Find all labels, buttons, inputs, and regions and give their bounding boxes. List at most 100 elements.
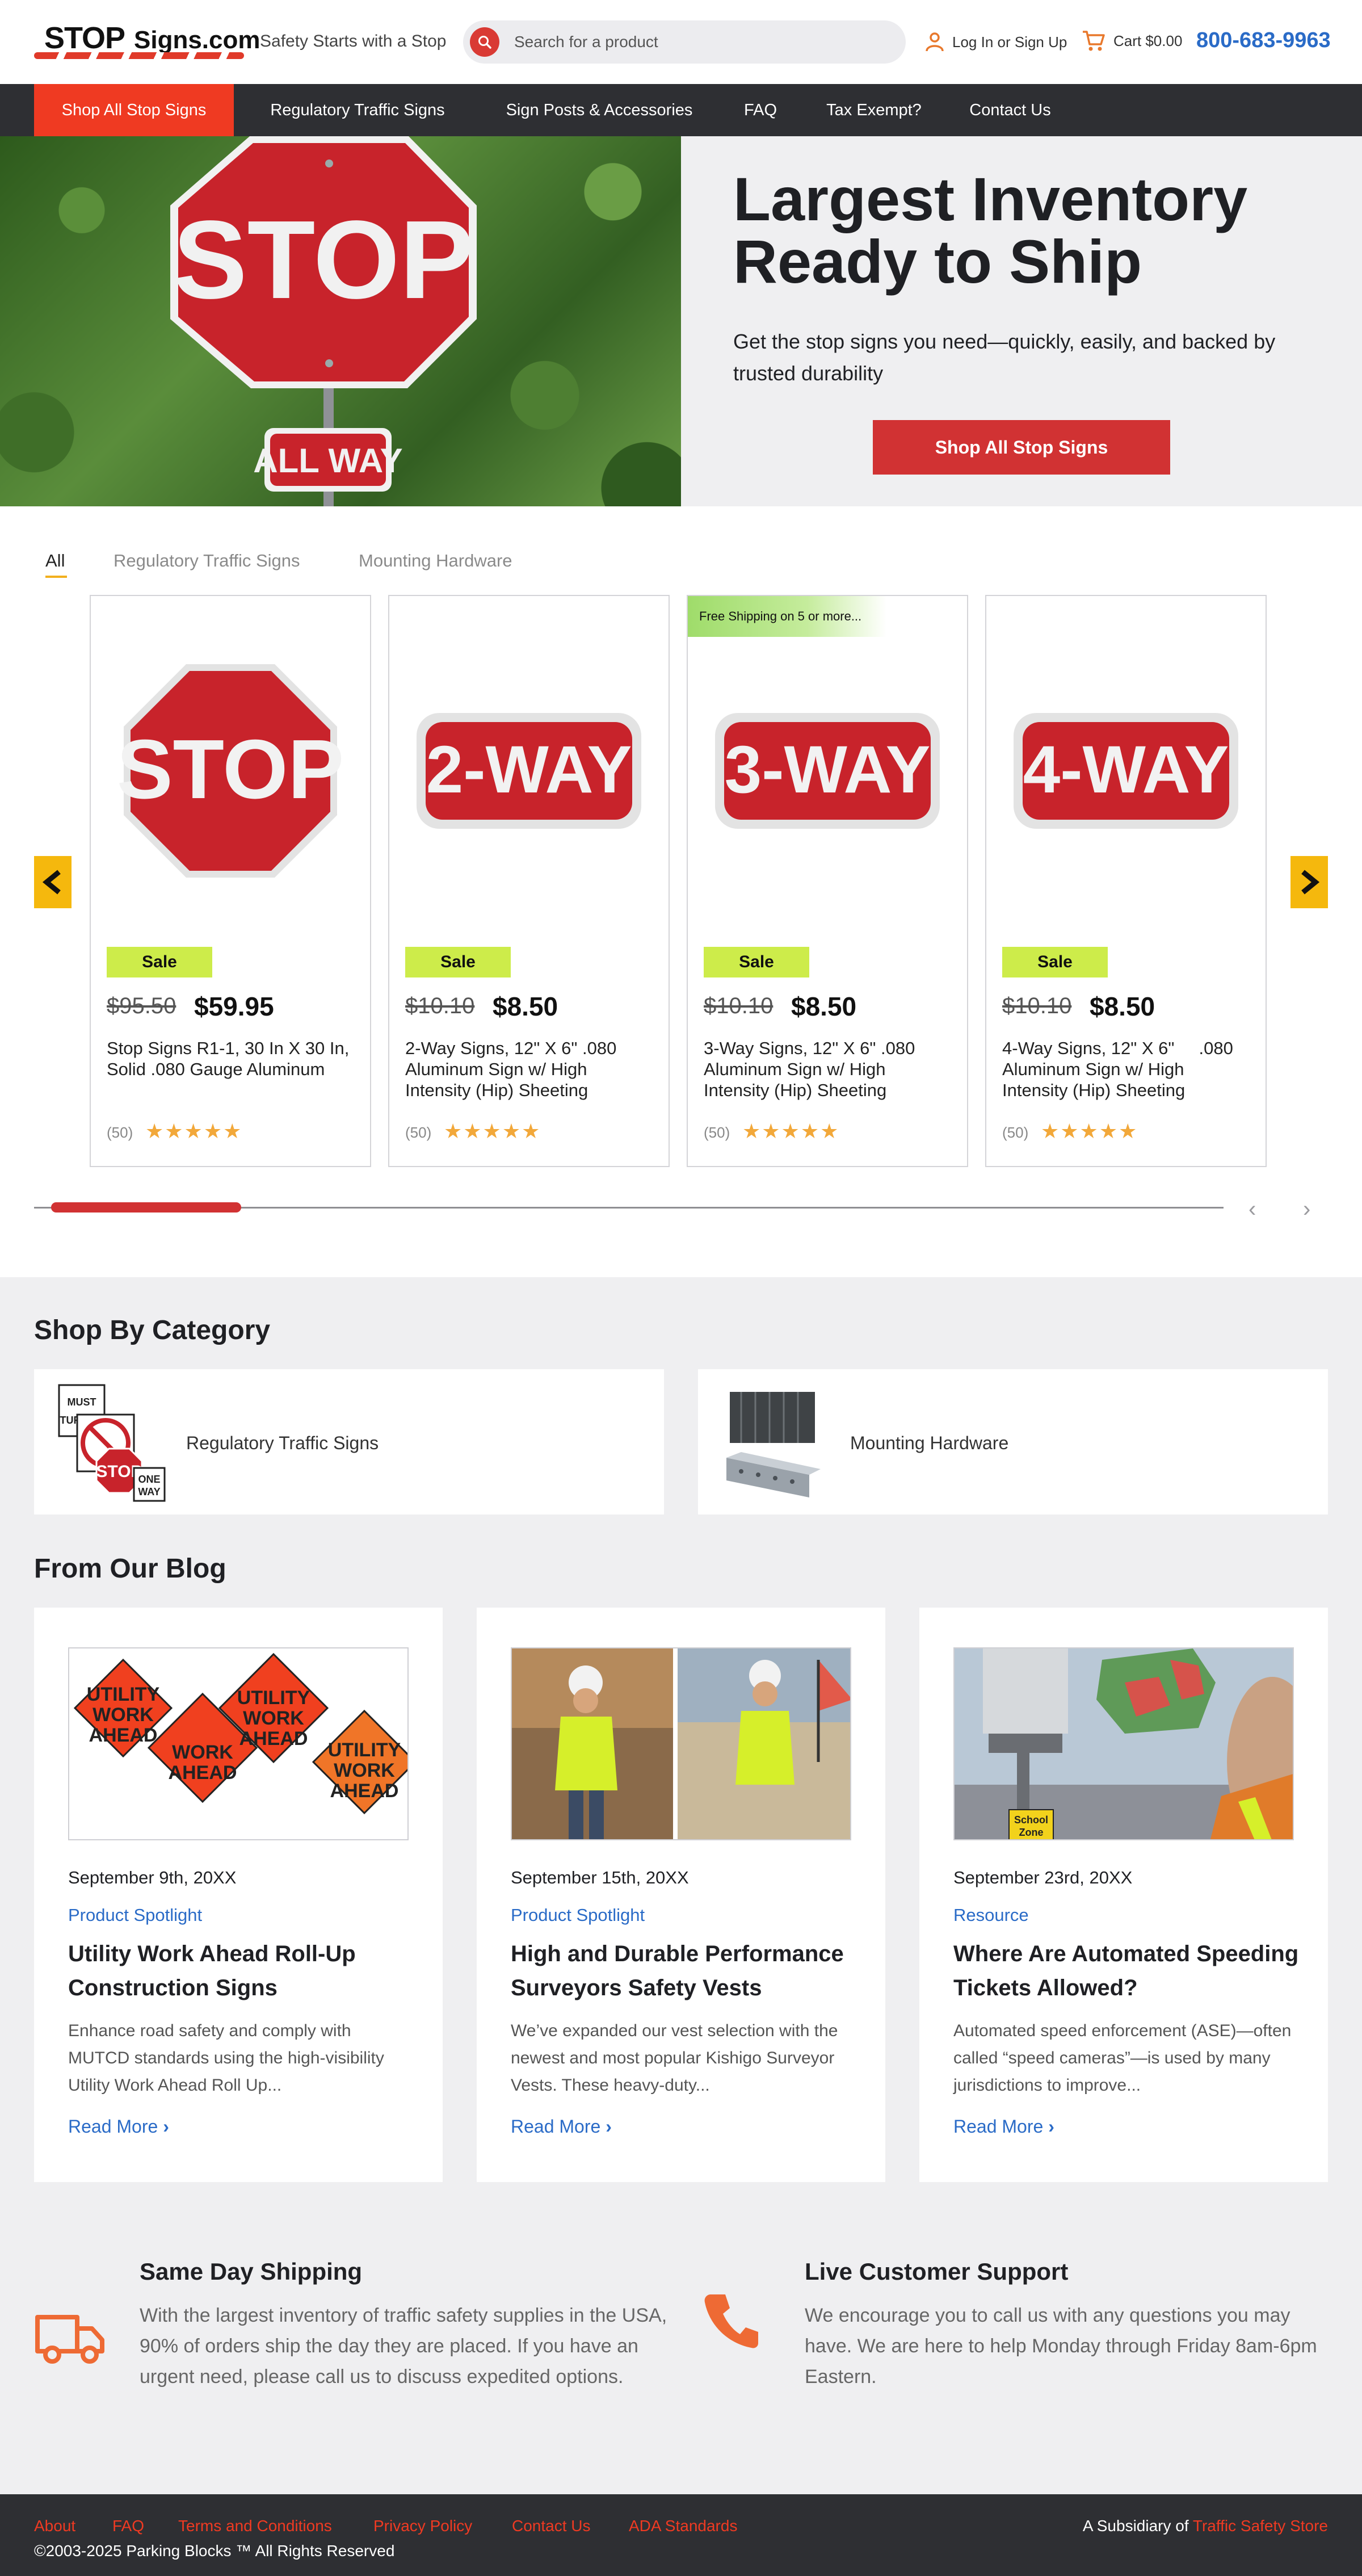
nav-item-regulatory-traffic-signs[interactable]: Regulatory Traffic Signs [250,84,465,136]
utility-sign-line3: AHEAD [89,1725,158,1746]
phone-number[interactable]: 800-683-9963 [1196,28,1331,53]
support-feature-title: Live Customer Support [805,2258,1069,2285]
price: $8.50 [493,992,558,1021]
search-input[interactable] [514,28,889,56]
product-name[interactable]: 2-Way Signs, 12" X 6" .080 Aluminum Sign… [405,1038,655,1101]
search-icon [478,36,491,49]
old-price: $95.50 [107,993,176,1018]
product-card[interactable]: STOP Sale $95.50 $59.95 Stop Signs R1-1,… [90,595,371,1167]
support-feature-text: We encourage you to call us with any que… [805,2305,1317,2388]
read-more-label: Read More [68,2116,158,2137]
post-excerpt: Enhance road safety and comply with MUTC… [68,2021,384,2095]
sale-badge: Sale [704,947,809,977]
category-card-regulatory-traffic-signs[interactable]: MUST TUR STOP ONE WAY Regulatory Traffic… [34,1369,664,1514]
search-bar [463,20,906,64]
product-sign-text: 3-WAY [725,732,931,807]
review-count: (50) [405,1124,432,1141]
tab-mounting-hardware[interactable]: Mounting Hardware [359,551,512,571]
svg-text:AHEAD: AHEAD [169,1762,237,1784]
category-label: Regulatory Traffic Signs [186,1433,379,1453]
hero-shop-button[interactable]: Shop All Stop Signs [873,420,1170,475]
product-image-stop-sign: STOP [118,664,343,878]
main-nav: Shop All Stop Signs Regulatory Traffic S… [0,84,1362,136]
product-name[interactable]: Stop Signs R1-1, 30 In X 30 In, Solid .0… [107,1038,356,1080]
hero-plate-text: ALL WAY [253,442,402,480]
product-card[interactable]: 2-WAY Sale $10.10 $8.50 2-Way Signs, 12"… [388,595,670,1167]
product-sign-text: STOP [118,723,343,816]
tab-regulatory-traffic-signs[interactable]: Regulatory Traffic Signs [114,551,300,571]
subsidiary-prefix: A Subsidiary of [1082,2517,1193,2535]
read-more-link[interactable]: Read More › [953,2116,1054,2137]
post-category-link[interactable]: Product Spotlight [511,1905,645,1925]
nav-item-sign-posts-accessories[interactable]: Sign Posts & Accessories [486,84,713,136]
search-button[interactable] [470,27,499,57]
school-zone-line1: School [1014,1814,1048,1826]
utility-sign-line2: WORK [93,1704,154,1726]
tab-active-indicator [45,576,67,578]
chevron-right-icon: › [606,2116,612,2137]
logo-text-stop: STOP [44,21,125,55]
chevron-right-icon: › [163,2116,169,2137]
cart-icon [1083,31,1105,51]
regulatory-signs-thumbnail: MUST TUR STOP ONE WAY [58,1384,166,1502]
nav-item-faq[interactable]: FAQ [732,84,789,136]
sale-badge: Sale [405,947,511,977]
slider-prev-icon[interactable]: ‹ [1248,1197,1256,1222]
site-logo[interactable]: STOP Signs.com [34,18,260,62]
product-card[interactable]: Free Shipping on 5 or more... 3-WAY Sale… [687,595,968,1167]
product-name[interactable]: 3-Way Signs, 12" X 6" .080 Aluminum Sign… [704,1038,953,1101]
nav-item-shop-all-stop-signs[interactable]: Shop All Stop Signs [34,84,234,136]
login-link[interactable]: Log In or Sign Up [925,30,1067,54]
footer-link-terms[interactable]: Terms and Conditions [178,2517,332,2535]
read-more-link[interactable]: Read More › [68,2116,169,2137]
carousel-scrollbar-thumb[interactable] [51,1202,241,1213]
post-title[interactable]: High and Durable Performance Surveyors S… [511,1937,863,2005]
svg-text:AHEAD: AHEAD [239,1728,308,1750]
footer-link-contact[interactable]: Contact Us [512,2517,591,2535]
blog-post-card: UTILITY WORK AHEAD UTILITY WORK AHEAD WORK… [34,1608,443,2182]
product-card[interactable]: 4-WAY Sale $10.10 $8.50 4-Way Signs, 12"… [985,595,1267,1167]
footer-link-about[interactable]: About [34,2517,75,2535]
footer-subsidiary: A Subsidiary of Traffic Safety Store [1083,2517,1328,2535]
category-card-mounting-hardware[interactable]: Mounting Hardware [698,1369,1328,1514]
footer-link-privacy[interactable]: Privacy Policy [373,2517,472,2535]
product-image-4-way-sign: 4-WAY [1014,713,1238,829]
review-count: (50) [107,1124,133,1141]
chevron-right-icon: › [1048,2116,1054,2137]
post-category-link[interactable]: Product Spotlight [68,1905,202,1925]
price: $59.95 [194,992,274,1021]
review-count: (50) [1002,1124,1029,1141]
cart-link[interactable]: Cart $0.00 [1082,28,1182,53]
post-category-link[interactable]: Resource [953,1905,1029,1925]
svg-text:UTILITY: UTILITY [328,1739,401,1761]
free-shipping-badge: Free Shipping on 5 or more... [688,596,886,637]
hero-banner: STOP ALL WAY Largest Inventory Ready to … [0,136,1362,506]
nav-item-tax-exempt[interactable]: Tax Exempt? [812,84,936,136]
logo-stripe [34,52,244,59]
post-excerpt: Automated speed enforcement (ASE)—often … [953,2021,1292,2095]
price: $8.50 [791,992,857,1021]
carousel-next-button[interactable] [1290,856,1328,908]
footer-link-ada[interactable]: ADA Standards [629,2517,737,2535]
tab-all[interactable]: All [45,551,65,571]
post-title[interactable]: Where Are Automated Speeding Tickets All… [953,1937,1305,2005]
blog-post-image [511,1647,851,1840]
carousel-prev-button[interactable] [34,856,72,908]
nav-item-contact-us[interactable]: Contact Us [953,84,1067,136]
read-more-link[interactable]: Read More › [511,2116,612,2137]
footer-copyright: ©2003-2025 Parking Blocks ™ All Rights R… [34,2542,395,2560]
subsidiary-link[interactable]: Traffic Safety Store [1193,2517,1328,2535]
svg-text:WAY: WAY [138,1486,160,1497]
review-count: (50) [704,1124,730,1141]
footer-link-faq[interactable]: FAQ [112,2517,144,2535]
product-sign-text: 2-WAY [426,732,632,807]
hero-subtitle: Get the stop signs you need—quickly, eas… [733,330,1276,385]
cart-label: Cart $0.00 [1113,32,1183,49]
post-date: September 9th, 20XX [68,1868,237,1887]
stop-sign-photo: STOP ALL WAY [170,136,477,506]
product-name[interactable]: 4-Way Signs, 12" X 6" .080 Aluminum Sign… [1002,1038,1252,1101]
product-image-3-way-sign: 3-WAY [715,713,940,829]
post-title[interactable]: Utility Work Ahead Roll-Up Construction … [68,1937,420,2005]
slider-next-icon[interactable]: › [1303,1197,1310,1222]
blog-post-image: UTILITY WORK AHEAD UTILITY WORK AHEAD WORK… [68,1647,409,1840]
